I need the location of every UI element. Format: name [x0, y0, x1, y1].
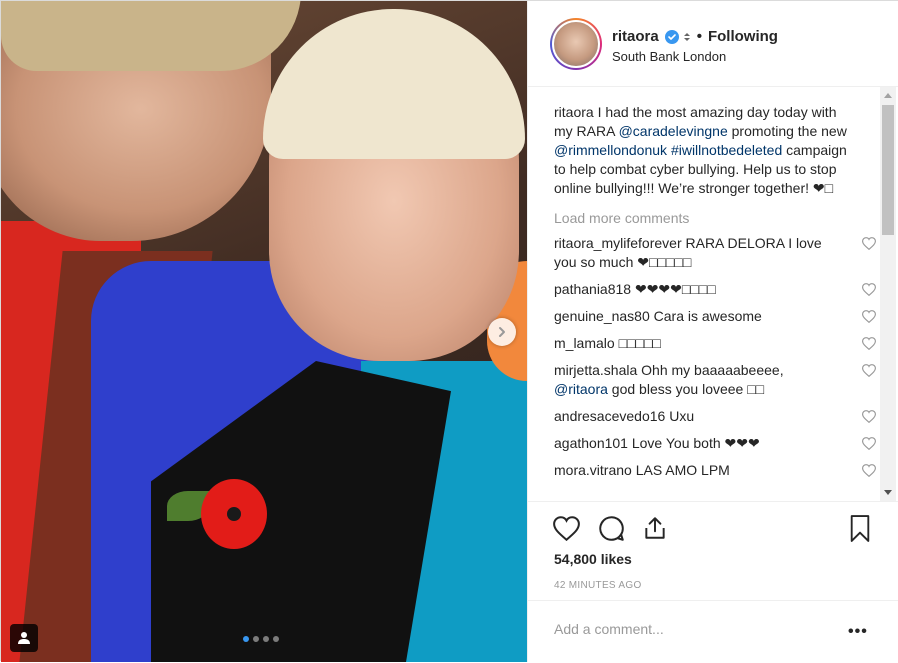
comments-scrollbar[interactable]	[880, 87, 896, 501]
comment-username[interactable]: genuine_nas80	[554, 308, 650, 324]
comment-text: Uxu	[665, 408, 695, 424]
heart-icon[interactable]	[861, 409, 877, 428]
person-left-hair	[1, 1, 301, 71]
comment-icon[interactable]	[597, 514, 625, 542]
comment-item: andresacevedo16 Uxu	[554, 407, 877, 426]
more-options-icon[interactable]: •••	[848, 623, 868, 641]
post-actions: 54,800 likes 42 MINUTES AGO •••	[528, 501, 898, 662]
post-window: ritaora • Following South Bank London ri…	[0, 0, 898, 662]
caption-username[interactable]: ritaora	[554, 104, 594, 120]
heart-icon[interactable]	[861, 436, 877, 455]
comment-item: genuine_nas80 Cara is awesome	[554, 307, 877, 326]
load-more-comments[interactable]: Load more comments	[554, 210, 856, 226]
mention-link[interactable]: @caradelevingne	[619, 123, 728, 139]
username-link[interactable]: ritaora	[612, 28, 659, 45]
comments-list: ritaora I had the most amazing day today…	[554, 103, 877, 480]
caption-text: promoting the new	[727, 123, 847, 139]
carousel-indicator	[243, 636, 279, 642]
username-row: ritaora • Following	[612, 28, 778, 45]
comment-text: Ohh my baaaaabeeee,	[637, 362, 784, 378]
comment-text: □□□□□	[614, 335, 661, 351]
comment-text: LAS AMO LPM	[631, 462, 730, 478]
comment-item: m_lamalo □□□□□	[554, 334, 877, 353]
post-timestamp[interactable]: 42 MINUTES AGO	[554, 580, 642, 591]
scroll-down-arrow-icon[interactable]	[884, 490, 892, 495]
location-link[interactable]: South Bank London	[612, 49, 726, 64]
comment-text: god bless you loveee □□	[607, 381, 765, 397]
heart-icon[interactable]	[861, 363, 877, 382]
heart-icon[interactable]	[861, 463, 877, 482]
post-sidebar: ritaora • Following South Bank London ri…	[527, 1, 898, 662]
heart-icon[interactable]	[861, 336, 877, 355]
comment-username[interactable]: mirjetta.shala	[554, 362, 637, 378]
comment-item: mirjetta.shala Ohh my baaaaabeeee, @rita…	[554, 361, 877, 399]
mention-link[interactable]: @rimmellondonuk	[554, 142, 667, 158]
comments-section[interactable]: ritaora I had the most amazing day today…	[528, 87, 898, 501]
heart-icon[interactable]	[861, 309, 877, 328]
add-comment-bar: •••	[528, 600, 898, 663]
carousel-dot	[273, 636, 279, 642]
comment-item: agathon101 Love You both ❤❤❤	[554, 434, 877, 453]
comment-username[interactable]: agathon101	[554, 435, 628, 451]
caption: ritaora I had the most amazing day today…	[554, 103, 856, 198]
comment-item: mora.vitrano LAS AMO LPM	[554, 461, 877, 480]
comment-input[interactable]	[554, 621, 824, 637]
post-photo[interactable]	[1, 1, 527, 662]
chevron-right-icon[interactable]	[488, 318, 516, 346]
scroll-up-arrow-icon[interactable]	[884, 93, 892, 98]
comment-item: ritaora_mylifeforever RARA DELORA I love…	[554, 234, 877, 272]
bookmark-icon[interactable]	[846, 514, 874, 542]
mention-link[interactable]: @ritaora	[554, 381, 608, 397]
post-header: ritaora • Following South Bank London	[528, 1, 898, 87]
comment-item: pathania818 ❤❤❤❤□□□□	[554, 280, 877, 299]
comment-text: Cara is awesome	[649, 308, 762, 324]
likes-count[interactable]: 54,800 likes	[554, 551, 632, 567]
poppy-pin	[201, 479, 267, 549]
comment-text: ❤❤❤❤□□□□	[631, 281, 716, 297]
heart-icon[interactable]	[861, 236, 877, 255]
carousel-dot	[263, 636, 269, 642]
avatar-image	[552, 20, 600, 68]
follow-separator: •	[696, 28, 702, 45]
following-button[interactable]: Following	[708, 28, 778, 45]
comment-text: Love You both ❤❤❤	[627, 435, 760, 451]
comment-username[interactable]: ritaora_mylifeforever	[554, 235, 682, 251]
verified-badge-icon	[664, 29, 679, 44]
person-icon[interactable]	[10, 624, 38, 652]
heart-icon[interactable]	[861, 282, 877, 301]
scrollbar-thumb[interactable]	[882, 105, 894, 235]
hashtag-link[interactable]: #iwillnotbedeleted	[671, 142, 782, 158]
share-icon[interactable]	[641, 514, 669, 542]
stepper-icon	[683, 31, 691, 43]
heart-icon[interactable]	[552, 514, 580, 542]
comment-username[interactable]: pathania818	[554, 281, 631, 297]
comment-username[interactable]: mora.vitrano	[554, 462, 632, 478]
avatar[interactable]	[550, 18, 602, 70]
comment-username[interactable]: andresacevedo16	[554, 408, 665, 424]
carousel-dot	[243, 636, 249, 642]
comment-username[interactable]: m_lamalo	[554, 335, 615, 351]
carousel-dot	[253, 636, 259, 642]
